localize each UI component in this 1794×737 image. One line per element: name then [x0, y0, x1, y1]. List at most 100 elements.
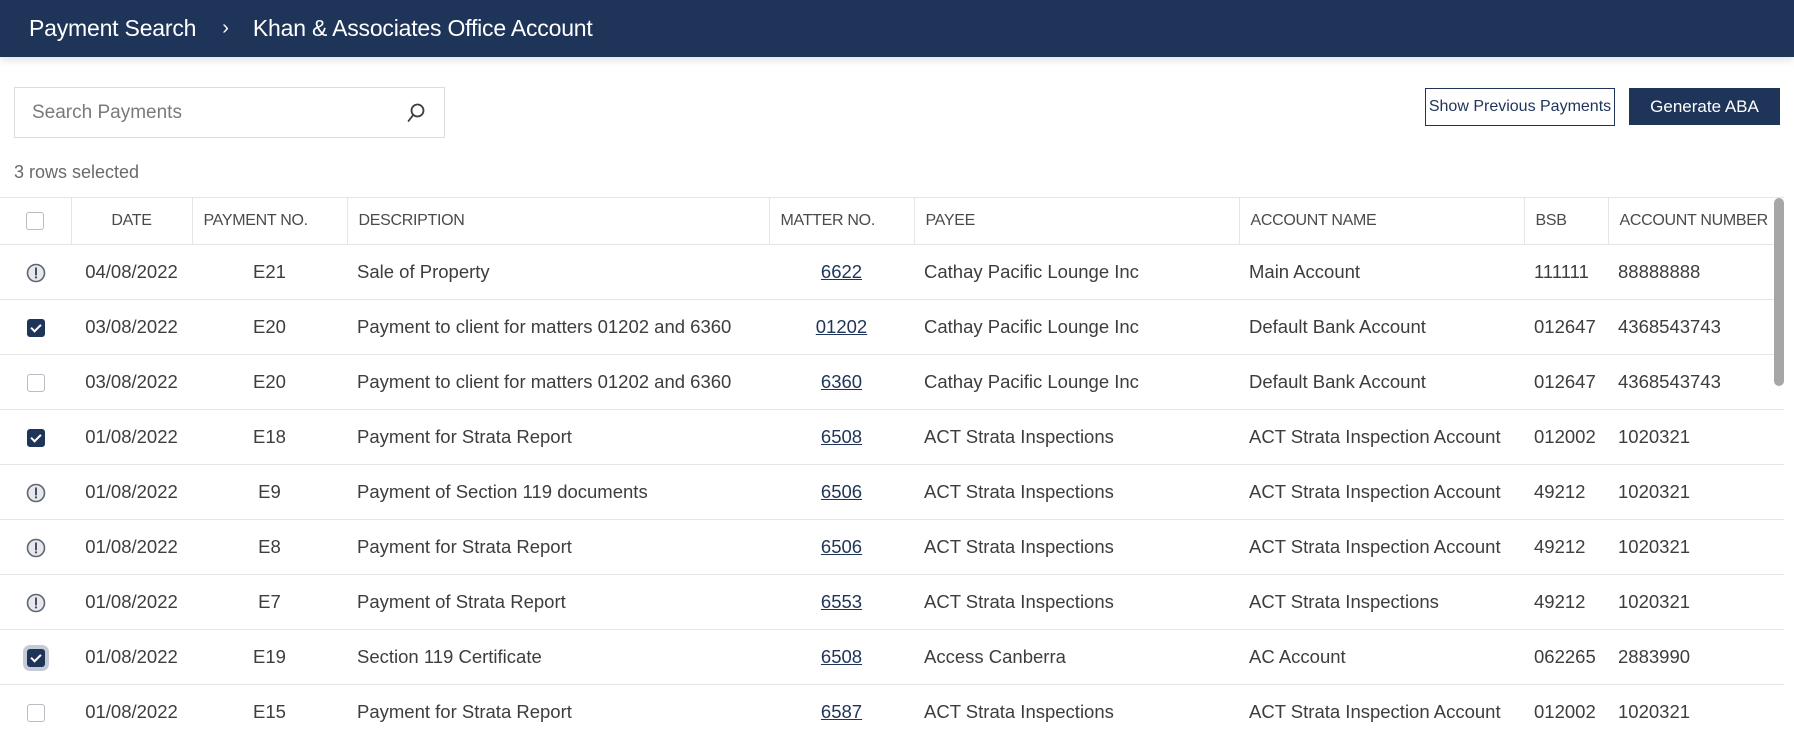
cell-date: 01/08/2022 [71, 629, 192, 685]
cell-payee: ACT Strata Inspections [914, 409, 1239, 465]
search-box [14, 87, 445, 138]
table-row[interactable]: 01/08/2022 E8 Payment for Strata Report 650… [0, 519, 1784, 575]
cell-date: 01/08/2022 [71, 409, 192, 465]
rows-selected-status: 3 rows selected [14, 162, 140, 182]
cell-payment-no: E19 [192, 629, 347, 685]
generate-aba-button[interactable]: Generate ABA [1629, 88, 1780, 125]
select-all-cell [0, 197, 72, 245]
cell-payee: ACT Strata Inspections [914, 574, 1239, 630]
row-select-cell [0, 299, 71, 355]
cell-account-number: 1020321 [1608, 464, 1784, 520]
warning-icon[interactable] [25, 262, 47, 284]
cell-description: Sale of Property [347, 244, 769, 300]
row-select-cell [0, 629, 71, 685]
table-header-row: DATE PAYMENT NO. DESCRIPTION MATTER NO. … [0, 197, 1784, 245]
cell-account-number: 1020321 [1608, 409, 1784, 465]
table-row[interactable]: 01/08/2022 E15 Payment for Strata Report 65… [0, 684, 1784, 737]
column-header-payment-no[interactable]: PAYMENT NO. [192, 197, 348, 245]
row-select-cell [0, 409, 71, 465]
cell-payee: Cathay Pacific Lounge Inc [914, 299, 1239, 355]
breadcrumb-payment-search[interactable]: Payment Search [29, 15, 196, 42]
row-select-checkbox[interactable] [26, 649, 45, 668]
cell-description: Payment to client for matters 01202 and … [347, 354, 769, 410]
table-row[interactable]: 01/08/2022 E19 Section 119 Certificate 6508… [0, 629, 1784, 685]
cell-payment-no: E20 [192, 299, 347, 355]
cell-matter-no: 6360 [769, 354, 914, 410]
row-select-checkbox[interactable] [26, 704, 45, 723]
cell-account-name: Default Bank Account [1239, 354, 1524, 410]
cell-bsb: 012002 [1524, 409, 1608, 465]
column-header-payee[interactable]: PAYEE [914, 197, 1240, 245]
matter-link[interactable]: 6506 [821, 481, 862, 502]
search-icon[interactable] [406, 102, 426, 124]
search-input[interactable] [32, 101, 402, 124]
column-header-bsb[interactable]: BSB [1524, 197, 1609, 245]
cell-matter-no: 6506 [769, 464, 914, 520]
table-row[interactable]: 01/08/2022 E7 Payment of Strata Report 6553… [0, 574, 1784, 630]
cell-payee: ACT Strata Inspections [914, 519, 1239, 575]
row-select-checkbox[interactable] [26, 429, 45, 448]
cell-description: Payment to client for matters 01202 and … [347, 299, 769, 355]
cell-account-number: 1020321 [1608, 574, 1784, 630]
matter-link[interactable]: 6553 [821, 591, 862, 612]
table-scrollbar[interactable] [1774, 198, 1784, 386]
cell-date: 03/08/2022 [71, 299, 192, 355]
table-row[interactable]: 04/08/2022 E21 Sale of Property 6622 Cathay … [0, 244, 1784, 300]
cell-account-number: 1020321 [1608, 684, 1784, 737]
row-select-cell [0, 684, 71, 737]
warning-icon[interactable] [25, 537, 47, 559]
cell-matter-no: 01202 [769, 299, 914, 355]
matter-link[interactable]: 6508 [821, 646, 862, 667]
table-row[interactable]: 03/08/2022 E20 Payment to client for matte… [0, 354, 1784, 410]
cell-account-number: 2883990 [1608, 629, 1784, 685]
select-all-checkbox[interactable] [26, 211, 45, 230]
column-header-matter-no[interactable]: MATTER NO. [769, 197, 915, 245]
matter-link[interactable]: 6508 [821, 426, 862, 447]
column-header-date[interactable]: DATE [71, 197, 193, 245]
cell-account-name: Main Account [1239, 244, 1524, 300]
cell-payment-no: E21 [192, 244, 347, 300]
cell-description: Payment for Strata Report [347, 409, 769, 465]
cell-bsb: 111111 [1524, 244, 1608, 300]
row-select-cell [0, 574, 71, 630]
table-row[interactable]: 03/08/2022 E20 Payment to client for matte… [0, 299, 1784, 355]
matter-link[interactable]: 6587 [821, 701, 862, 722]
row-select-checkbox[interactable] [26, 374, 45, 393]
cell-matter-no: 6508 [769, 409, 914, 465]
matter-link[interactable]: 6622 [821, 261, 862, 282]
matter-link[interactable]: 6506 [821, 536, 862, 557]
warning-icon[interactable] [25, 482, 47, 504]
cell-payment-no: E8 [192, 519, 347, 575]
row-select-checkbox[interactable] [26, 319, 45, 338]
cell-account-number: 1020321 [1608, 519, 1784, 575]
cell-bsb: 49212 [1524, 574, 1608, 630]
breadcrumb-separator-icon: › [222, 17, 229, 39]
cell-bsb: 49212 [1524, 519, 1608, 575]
column-header-description[interactable]: DESCRIPTION [347, 197, 770, 245]
cell-payee: ACT Strata Inspections [914, 684, 1239, 737]
cell-date: 01/08/2022 [71, 684, 192, 737]
cell-account-name: ACT Strata Inspection Account [1239, 519, 1524, 575]
table-row[interactable]: 01/08/2022 E18 Payment for Strata Report 65… [0, 409, 1784, 465]
cell-bsb: 49212 [1524, 464, 1608, 520]
cell-account-number: 4368543743 [1608, 354, 1784, 410]
top-bar: Payment Search › Khan & Associates Offic… [0, 0, 1794, 57]
table-row[interactable]: 01/08/2022 E9 Payment of Section 119 docum… [0, 464, 1784, 520]
cell-payment-no: E9 [192, 464, 347, 520]
column-header-account-number[interactable]: ACCOUNT NUMBER [1608, 197, 1784, 245]
matter-link[interactable]: 01202 [816, 316, 867, 337]
cell-bsb: 012647 [1524, 354, 1608, 410]
matter-link[interactable]: 6360 [821, 371, 862, 392]
cell-date: 03/08/2022 [71, 354, 192, 410]
cell-matter-no: 6508 [769, 629, 914, 685]
row-select-cell [0, 519, 71, 575]
cell-payee: ACT Strata Inspections [914, 464, 1239, 520]
column-header-account-name[interactable]: ACCOUNT NAME [1239, 197, 1525, 245]
cell-description: Payment for Strata Report [347, 519, 769, 575]
cell-date: 04/08/2022 [71, 244, 192, 300]
cell-account-name: ACT Strata Inspections [1239, 574, 1524, 630]
cell-matter-no: 6506 [769, 519, 914, 575]
cell-account-number: 88888888 [1608, 244, 1784, 300]
warning-icon[interactable] [25, 592, 47, 614]
show-previous-payments-button[interactable]: Show Previous Payments [1425, 88, 1615, 126]
